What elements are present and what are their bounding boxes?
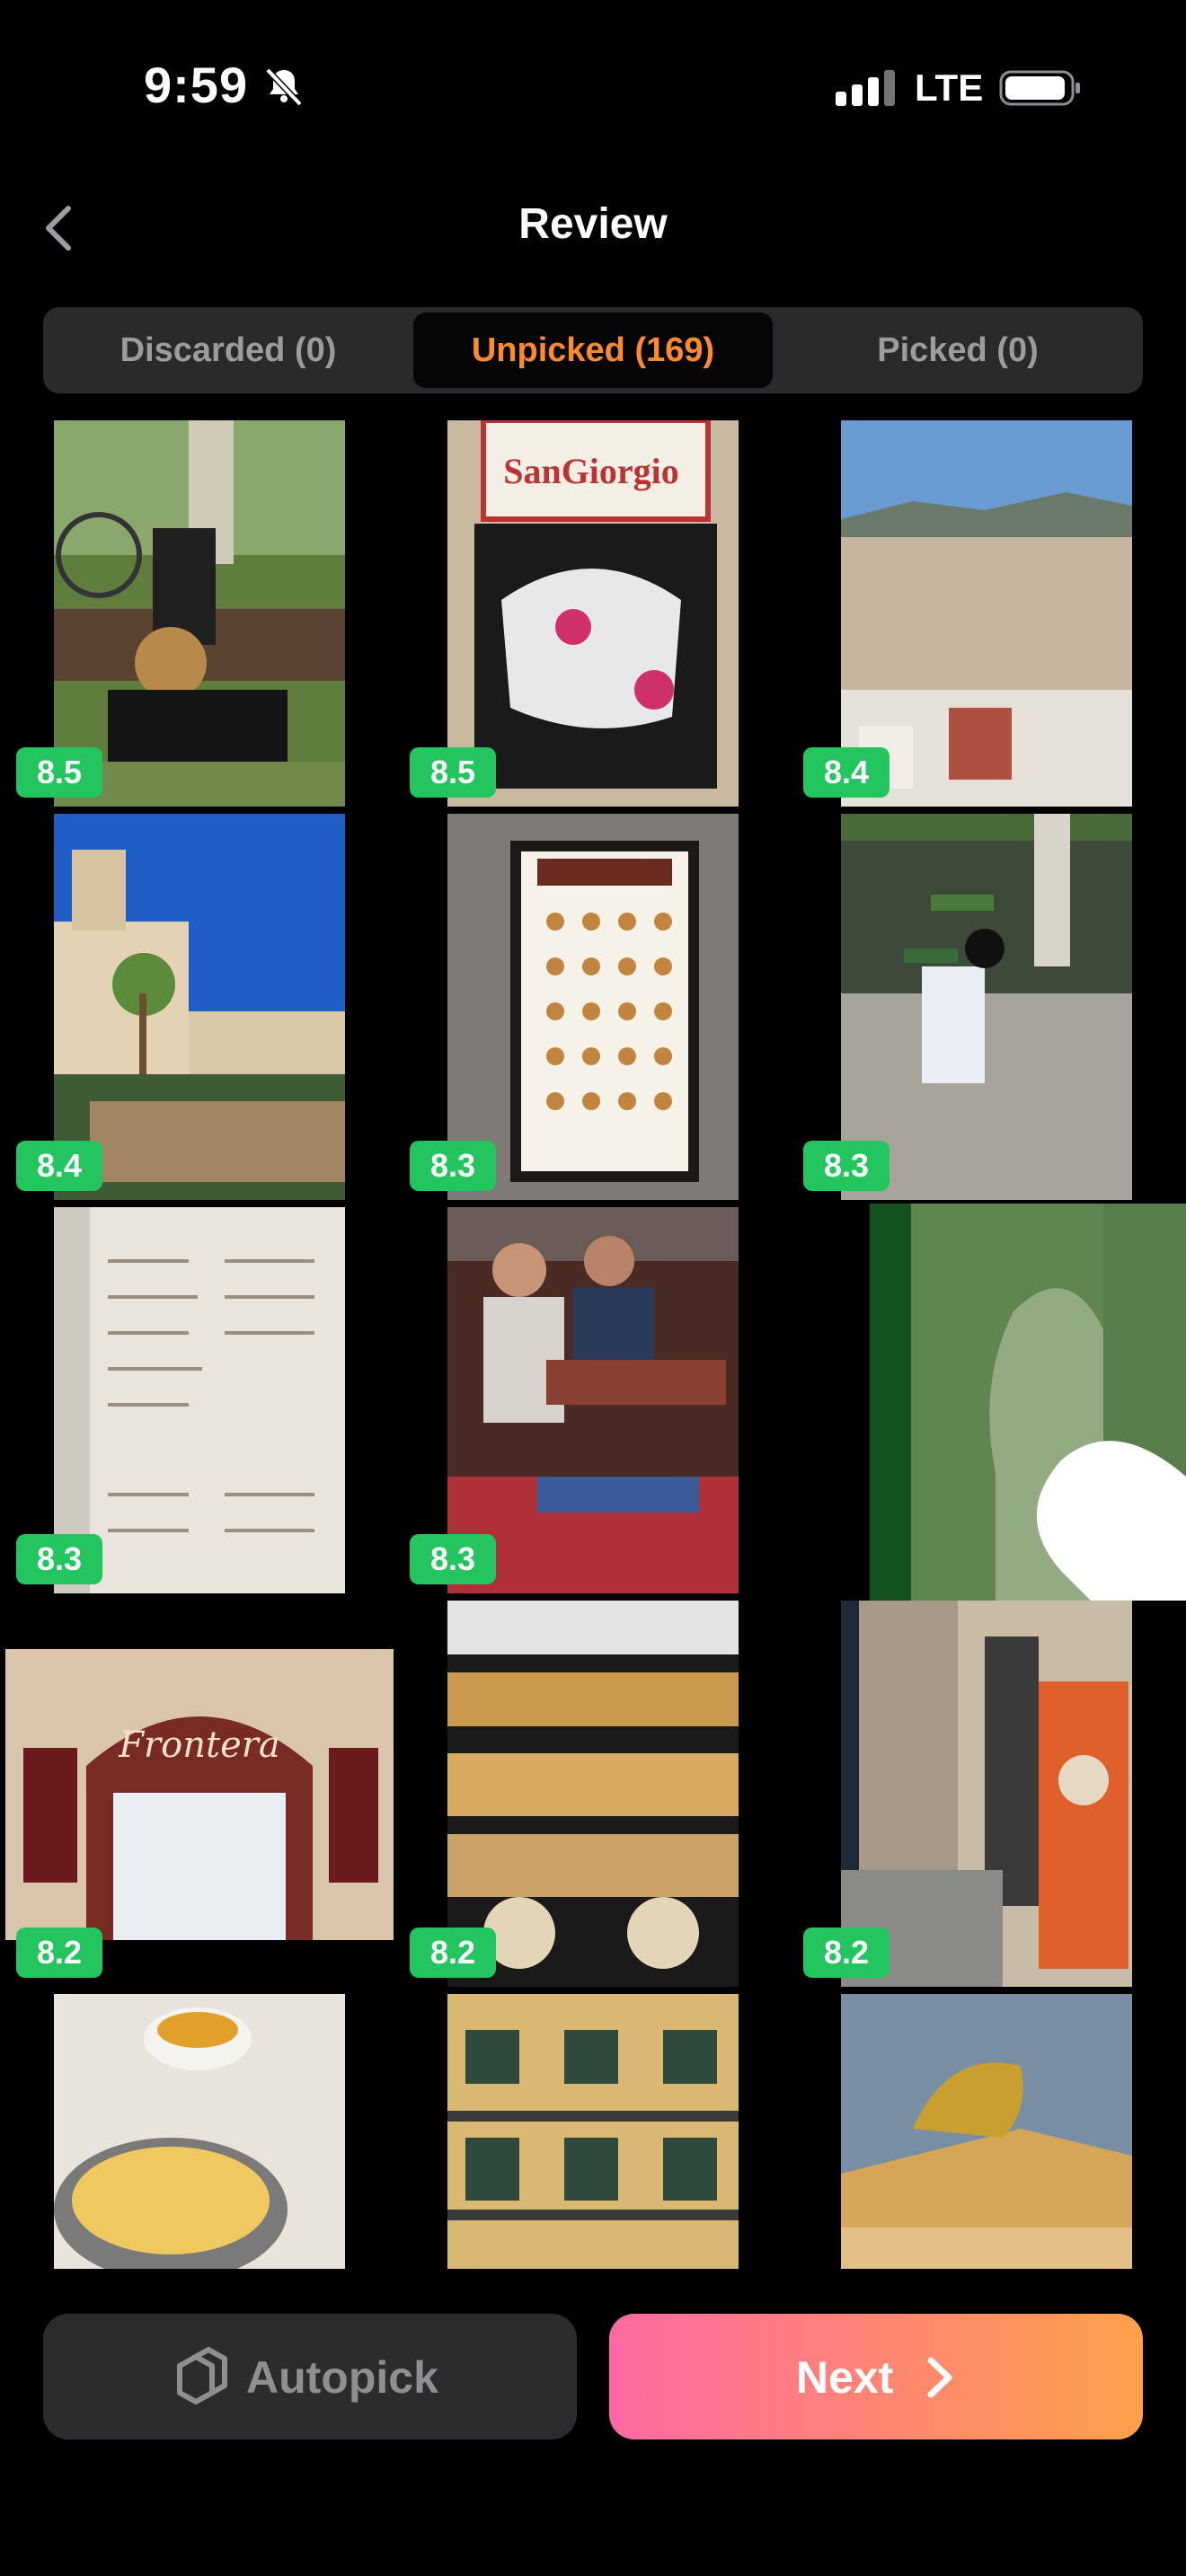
score-badge: 8.5 <box>16 747 102 798</box>
score-badge: 8.3 <box>410 1141 496 1191</box>
cellular-signal-icon <box>836 70 895 106</box>
svg-text:SanGiorgio: SanGiorgio <box>503 451 679 491</box>
chevron-right-icon <box>927 2357 952 2398</box>
score-badge: 8.3 <box>16 1534 102 1584</box>
score-badge: 8.2 <box>410 1928 496 1978</box>
status-bar: 9:59 LTE <box>0 0 1186 171</box>
tab-unpicked[interactable]: Unpicked (169) <box>413 313 773 388</box>
autopick-button[interactable]: Autopick <box>43 2314 577 2439</box>
score-badge: 8.4 <box>16 1141 102 1191</box>
autopick-icon <box>177 2347 227 2404</box>
heart-icon <box>1036 1441 1186 1601</box>
svg-text:Frontera: Frontera <box>118 1725 279 1766</box>
tab-picked[interactable]: Picked (0) <box>778 313 1137 388</box>
autopick-label: Autopick <box>246 2352 438 2403</box>
score-badge: 8.3 <box>410 1534 496 1584</box>
photo-tile[interactable] <box>841 1994 1132 2269</box>
network-type: LTE <box>915 66 984 109</box>
silent-bell-icon <box>265 67 303 107</box>
status-time: 9:59 <box>144 57 249 113</box>
photo-tile[interactable] <box>54 1994 345 2269</box>
review-screen: 9:59 LTE Review Discarded (0) Unpicked (… <box>0 0 1186 2576</box>
score-badge: 8.5 <box>410 747 496 798</box>
filter-tabs: Discarded (0) Unpicked (169) Picked (0) <box>43 307 1143 393</box>
battery-icon <box>999 70 1080 106</box>
score-badge: 8.2 <box>16 1928 102 1978</box>
score-badge: 8.2 <box>803 1928 890 1978</box>
tab-discarded[interactable]: Discarded (0) <box>49 313 408 388</box>
next-button[interactable]: Next <box>609 2314 1143 2439</box>
photo-tile[interactable] <box>447 1994 739 2269</box>
next-label: Next <box>796 2352 894 2403</box>
score-badge: 8.4 <box>803 747 890 798</box>
page-title: Review <box>518 200 668 248</box>
photo-tile[interactable]: Frontera <box>5 1649 394 1940</box>
photo-tile-selected[interactable] <box>870 1204 1186 1601</box>
score-badge: 8.3 <box>803 1141 890 1191</box>
